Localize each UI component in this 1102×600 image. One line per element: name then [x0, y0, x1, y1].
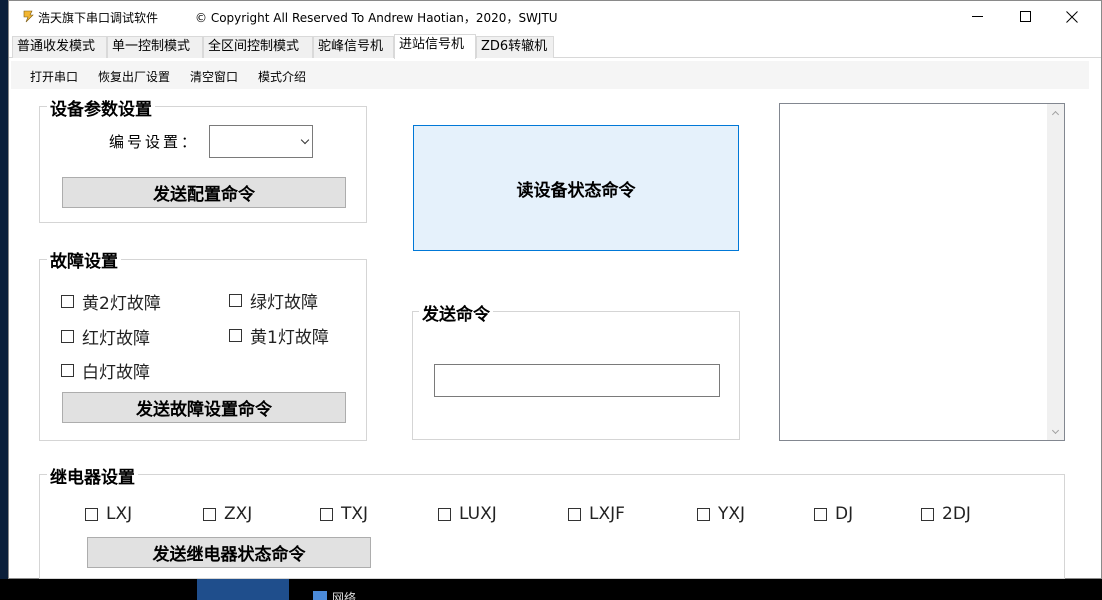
fault-yellow1-label: 黄1灯故障	[250, 328, 329, 348]
tab-single-control[interactable]: 单一控制模式	[107, 36, 203, 58]
checkbox-box	[568, 507, 581, 521]
minimize-icon	[971, 16, 983, 17]
scroll-down-button[interactable]	[1047, 423, 1064, 440]
maximize-button[interactable]	[1002, 1, 1048, 32]
close-button[interactable]	[1049, 1, 1095, 32]
relay-txj-checkbox[interactable]: TXJ	[320, 504, 368, 524]
window-title: 浩天旗下串口调试软件	[38, 11, 159, 25]
checkbox-box	[814, 507, 827, 521]
relay-lxj-label: LXJ	[106, 504, 133, 524]
relay-dj-checkbox[interactable]: DJ	[814, 504, 853, 524]
tab-full-section-control[interactable]: 全区间控制模式	[203, 36, 313, 58]
close-icon	[1066, 10, 1078, 23]
relay-txj-label: TXJ	[341, 504, 369, 524]
fault-red-label: 红灯故障	[82, 329, 150, 349]
tab-hump-signal[interactable]: 驼峰信号机	[313, 36, 394, 58]
checkbox-box	[921, 507, 934, 521]
maximize-icon	[1019, 11, 1031, 22]
desktop-taskbar-area	[0, 579, 1102, 600]
fault-white-checkbox[interactable]: 白灯故障	[61, 358, 150, 383]
chevron-down-icon	[1051, 426, 1060, 434]
desktop-network-label: 网络	[332, 591, 357, 600]
vertical-scrollbar[interactable]	[1047, 104, 1064, 440]
relay-zxj-checkbox[interactable]: ZXJ	[203, 504, 252, 524]
send-command-input[interactable]	[434, 364, 720, 397]
app-window: 浩天旗下串口调试软件 © Copyright All Reserved To A…	[8, 0, 1102, 579]
relay-yxj-label: YXJ	[718, 504, 746, 524]
relay-lxj-checkbox[interactable]: LXJ	[85, 504, 132, 524]
read-status-button[interactable]: 读设备状态命令	[413, 125, 739, 251]
relay-lxjf-label: LXJF	[589, 504, 625, 524]
relay-dj-label: DJ	[835, 504, 854, 524]
checkbox-box	[438, 507, 451, 521]
send-relay-button[interactable]: 发送继电器状态命令	[87, 537, 371, 568]
menu-open-port[interactable]: 打开串口	[30, 68, 78, 85]
relay-2dj-checkbox[interactable]: 2DJ	[921, 504, 971, 524]
relay-lxjf-checkbox[interactable]: LXJF	[568, 504, 625, 524]
chevron-up-icon	[1051, 110, 1060, 118]
send-fault-button[interactable]: 发送故障设置命令	[62, 392, 346, 423]
checkbox-box	[203, 507, 216, 521]
relay-zxj-label: ZXJ	[224, 504, 253, 524]
tab-zd6-switch[interactable]: ZD6转辙机	[476, 36, 554, 58]
checkbox-box	[229, 294, 242, 307]
device-params-title: 设备参数设置	[47, 95, 155, 120]
fault-yellow2-checkbox[interactable]: 黄2灯故障	[61, 289, 161, 314]
fault-white-label: 白灯故障	[82, 363, 150, 383]
menu-bar: 打开串口 恢复出厂设置 清空窗口 模式介绍	[11, 61, 1089, 89]
scroll-up-button[interactable]	[1047, 104, 1064, 121]
tab-normal-mode[interactable]: 普通收发模式	[12, 36, 107, 58]
checkbox-box	[85, 507, 98, 521]
checkbox-box	[320, 507, 333, 521]
desktop-edge	[0, 0, 8, 579]
checkbox-box	[61, 295, 74, 308]
serial-number-select[interactable]	[209, 125, 313, 158]
menu-clear-window[interactable]: 清空窗口	[190, 68, 238, 85]
checkbox-box	[61, 330, 74, 343]
fault-yellow2-label: 黄2灯故障	[82, 294, 161, 314]
title-bar: 浩天旗下串口调试软件 © Copyright All Reserved To A…	[9, 1, 1101, 32]
relay-yxj-checkbox[interactable]: YXJ	[697, 504, 745, 524]
menu-mode-intro[interactable]: 模式介绍	[258, 68, 306, 85]
send-command-title: 发送命令	[419, 300, 493, 325]
relay-luxj-checkbox[interactable]: LUXJ	[438, 504, 497, 524]
minimize-button[interactable]	[954, 1, 1000, 32]
fault-settings-title: 故障设置	[47, 247, 121, 272]
checkbox-box	[229, 329, 242, 342]
output-log-box[interactable]	[779, 103, 1065, 441]
chevron-down-icon	[300, 135, 310, 145]
relay-settings-title: 继电器设置	[47, 463, 138, 488]
serial-number-label: 编号设置：	[109, 133, 200, 151]
tab-home-signal[interactable]: 进站信号机	[394, 34, 476, 59]
menu-factory-reset[interactable]: 恢复出厂设置	[98, 68, 170, 85]
network-icon	[313, 591, 327, 600]
fault-red-checkbox[interactable]: 红灯故障	[61, 324, 150, 349]
relay-luxj-label: LUXJ	[459, 504, 497, 524]
checkbox-box	[697, 507, 710, 521]
checkbox-box	[61, 364, 74, 377]
relay-2dj-label: 2DJ	[942, 504, 971, 524]
app-logo-icon	[23, 10, 34, 23]
fault-green-label: 绿灯故障	[250, 293, 318, 313]
send-config-button[interactable]: 发送配置命令	[62, 177, 346, 208]
mode-tabs: 普通收发模式 单一控制模式 全区间控制模式 驼峰信号机 进站信号机 ZD6转辙机	[9, 34, 1101, 59]
fault-green-checkbox[interactable]: 绿灯故障	[229, 288, 318, 313]
copyright-text: © Copyright All Reserved To Andrew Haoti…	[195, 11, 558, 25]
desktop-selected-item	[197, 579, 289, 600]
fault-yellow1-checkbox[interactable]: 黄1灯故障	[229, 323, 329, 348]
